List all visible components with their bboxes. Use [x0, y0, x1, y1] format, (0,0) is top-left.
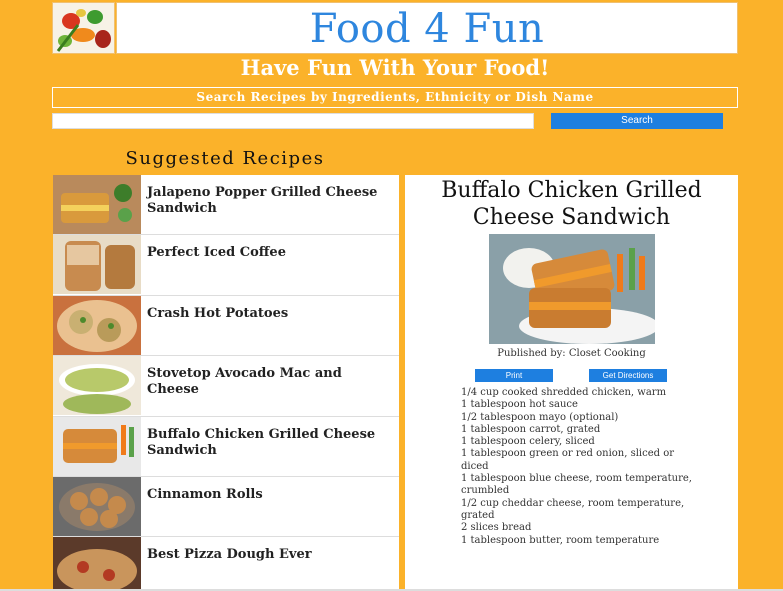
- search-input[interactable]: [52, 113, 534, 129]
- search-banner: Search Recipes by Ingredients, Ethnicity…: [52, 87, 738, 108]
- recipe-name[interactable]: Best Pizza Dough Ever: [141, 537, 318, 591]
- recipe-thumbnail[interactable]: [53, 537, 141, 591]
- recipe-detail-image: [488, 234, 655, 344]
- ingredient-item: 1 tablespoon hot sauce: [461, 399, 578, 411]
- recipe-thumbnail[interactable]: [53, 295, 141, 355]
- ingredient-item: 1 tablespoon butter, room temperature: [461, 534, 660, 546]
- ingredient-item: 1 tablespoon green or red onion, sliced …: [461, 448, 675, 472]
- ingredients-list: 1/4 cup cooked shredded chicken, warm 1 …: [461, 387, 701, 547]
- recipe-name[interactable]: Jalapeno Popper Grilled Cheese Sandwich: [141, 175, 399, 234]
- recipe-item-avocado-mac-cheese[interactable]: Stovetop Avocado Mac and Cheese: [53, 356, 399, 417]
- ingredient-item: 1/2 cup cheddar cheese, room temperature…: [461, 497, 685, 521]
- recipe-name[interactable]: Crash Hot Potatoes: [141, 296, 294, 355]
- ingredient-item: 2 slices bread: [461, 522, 532, 534]
- recipe-detail-panel: Buffalo Chicken Grilled Cheese Sandwich …: [405, 175, 738, 591]
- get-directions-button[interactable]: Get Directions: [589, 369, 667, 382]
- recipe-publisher: Published by: Closet Cooking: [497, 348, 646, 359]
- recipe-item-iced-coffee[interactable]: Perfect Iced Coffee: [53, 235, 399, 296]
- recipe-name[interactable]: Cinnamon Rolls: [141, 477, 269, 536]
- recipe-item-crash-hot-potatoes[interactable]: Crash Hot Potatoes: [53, 295, 399, 357]
- recipe-name[interactable]: Buffalo Chicken Grilled Cheese Sandwich: [141, 417, 399, 476]
- recipe-thumbnail[interactable]: [53, 235, 141, 295]
- ingredient-item: 1/2 tablespoon mayo (optional): [461, 411, 619, 423]
- recipe-item-jalapeno-popper[interactable]: Jalapeno Popper Grilled Cheese Sandwich: [53, 175, 399, 236]
- search-button[interactable]: Search: [551, 113, 723, 129]
- tagline: Have Fun With Your Food!: [240, 55, 550, 80]
- site-title[interactable]: Food 4 Fun: [117, 3, 737, 55]
- print-button[interactable]: Print: [475, 369, 553, 382]
- recipe-thumbnail[interactable]: [53, 476, 141, 536]
- recipe-thumbnail[interactable]: [53, 356, 141, 416]
- recipe-item-buffalo-chicken[interactable]: Buffalo Chicken Grilled Cheese Sandwich: [53, 416, 399, 477]
- ingredient-item: 1 tablespoon blue cheese, room temperatu…: [461, 473, 692, 497]
- recipe-thumbnail[interactable]: [53, 175, 141, 234]
- recipe-name[interactable]: Perfect Iced Coffee: [141, 235, 292, 294]
- recipe-detail-title: Buffalo Chicken Grilled Cheese Sandwich: [441, 178, 702, 230]
- recipe-item-pizza-dough[interactable]: Best Pizza Dough Ever: [53, 537, 399, 591]
- site-logo[interactable]: [52, 2, 115, 54]
- ingredient-item: 1/4 cup cooked shredded chicken, warm: [461, 387, 667, 398]
- suggested-recipes-heading: Suggested Recipes: [125, 148, 325, 169]
- ingredient-item: 1 tablespoon carrot, grated: [461, 423, 601, 435]
- recipe-item-cinnamon-rolls[interactable]: Cinnamon Rolls: [53, 476, 399, 538]
- site-title-box: Food 4 Fun: [116, 2, 738, 54]
- recipe-thumbnail[interactable]: [53, 416, 141, 476]
- ingredient-item: 1 tablespoon celery, sliced: [461, 436, 595, 448]
- recipe-name[interactable]: Stovetop Avocado Mac and Cheese: [141, 356, 399, 415]
- recipe-list: Jalapeno Popper Grilled Cheese Sandwich …: [53, 175, 399, 591]
- vegetables-logo-image: [53, 3, 114, 53]
